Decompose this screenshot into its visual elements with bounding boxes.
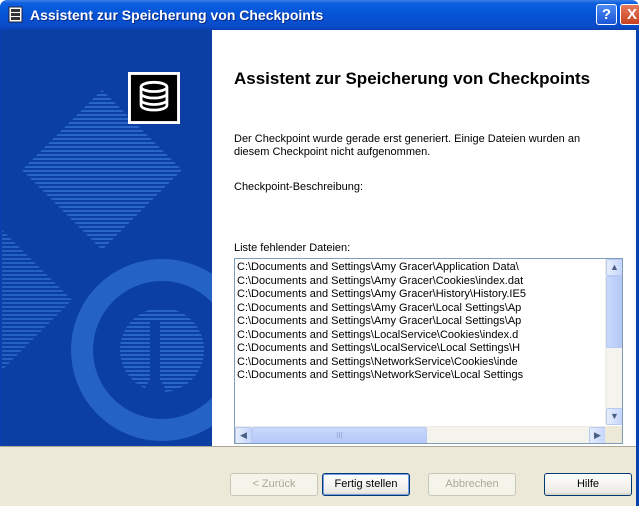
- list-item[interactable]: C:\Documents and Settings\Amy Gracer\Loc…: [237, 302, 603, 316]
- list-item[interactable]: C:\Documents and Settings\Amy Gracer\App…: [237, 261, 603, 275]
- title-bar[interactable]: Assistent zur Speicherung von Checkpoint…: [0, 0, 639, 30]
- scroll-left-icon[interactable]: ◀: [235, 427, 252, 443]
- list-items: C:\Documents and Settings\Amy Gracer\App…: [237, 261, 603, 425]
- window-title: Assistent zur Speicherung von Checkpoint…: [30, 7, 324, 23]
- cancel-button[interactable]: Abbrechen: [428, 473, 516, 496]
- list-item[interactable]: C:\Documents and Settings\LocalService\L…: [237, 342, 603, 356]
- checkpoint-description-label: Checkpoint-Beschreibung:: [234, 181, 364, 193]
- list-item[interactable]: C:\Documents and Settings\LocalService\C…: [237, 329, 603, 343]
- button-bar: < Zurück Fertig stellen Abbrechen Hilfe: [0, 446, 639, 506]
- scroll-up-icon[interactable]: ▲: [606, 259, 622, 276]
- horizontal-scrollbar[interactable]: ◀ III ▶: [235, 426, 606, 443]
- wizard-banner: [0, 30, 212, 446]
- description-text: Der Checkpoint wurde gerade erst generie…: [234, 133, 581, 158]
- list-item[interactable]: C:\Documents and Settings\NetworkService…: [237, 369, 603, 383]
- horizontal-scroll-thumb[interactable]: III: [252, 427, 427, 443]
- list-item[interactable]: C:\Documents and Settings\Amy Gracer\His…: [237, 288, 603, 302]
- database-icon: [128, 72, 180, 124]
- help-button[interactable]: Hilfe: [544, 473, 632, 496]
- banner-graphic: [2, 30, 212, 446]
- vertical-scrollbar[interactable]: ▲ ▼: [605, 259, 622, 425]
- close-button[interactable]: X: [620, 4, 639, 25]
- scroll-corner: [605, 426, 622, 443]
- scroll-right-icon[interactable]: ▶: [589, 427, 606, 443]
- wizard-window: Assistent zur Speicherung von Checkpoint…: [0, 0, 639, 506]
- vertical-scroll-thumb[interactable]: [606, 276, 622, 348]
- back-button[interactable]: < Zurück: [230, 473, 318, 496]
- scroll-down-icon[interactable]: ▼: [606, 408, 622, 425]
- finish-button[interactable]: Fertig stellen: [322, 473, 410, 496]
- help-title-button[interactable]: ?: [596, 4, 617, 25]
- list-item[interactable]: C:\Documents and Settings\NetworkService…: [237, 356, 603, 370]
- list-item[interactable]: C:\Documents and Settings\Amy Gracer\Loc…: [237, 315, 603, 329]
- missing-files-label: Liste fehlender Dateien:: [234, 242, 351, 254]
- list-item[interactable]: C:\Documents and Settings\Amy Gracer\Coo…: [237, 275, 603, 289]
- wizard-app-icon: [8, 6, 23, 23]
- missing-files-list[interactable]: C:\Documents and Settings\Amy Gracer\App…: [234, 258, 623, 444]
- page-heading: Assistent zur Speicherung von Checkpoint…: [234, 69, 591, 88]
